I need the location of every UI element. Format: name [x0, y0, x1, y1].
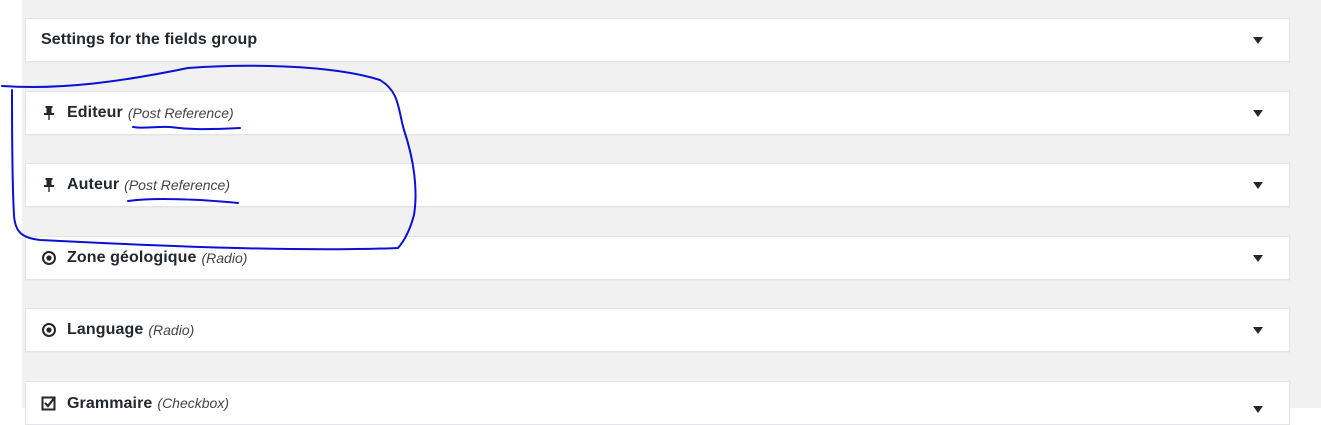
chevron-down-icon[interactable]	[1253, 37, 1263, 44]
field-label: Zone géologique	[67, 249, 197, 266]
panel-field-auteur[interactable]: Auteur (Post Reference)	[25, 163, 1290, 207]
panel-field-zone-geologique[interactable]: Zone géologique (Radio)	[25, 236, 1290, 280]
checkbox-icon	[41, 395, 57, 411]
chevron-down-icon[interactable]	[1253, 327, 1263, 334]
field-label: Language	[67, 321, 144, 338]
panel-field-editeur[interactable]: Editeur (Post Reference)	[25, 91, 1290, 135]
panel-title: Settings for the fields group	[41, 31, 258, 48]
panel-field-language[interactable]: Language (Radio)	[25, 308, 1290, 352]
radio-icon	[41, 250, 57, 266]
field-type: (Radio)	[201, 250, 248, 266]
field-type: (Post Reference)	[124, 177, 230, 193]
radio-icon	[41, 322, 57, 338]
chevron-down-icon[interactable]	[1253, 182, 1263, 189]
pin-icon	[41, 177, 57, 193]
pin-icon	[41, 105, 57, 121]
panel-settings-fields-group[interactable]: Settings for the fields group	[25, 18, 1290, 62]
field-type: (Checkbox)	[157, 395, 229, 411]
field-type: (Post Reference)	[127, 105, 234, 121]
chevron-down-icon[interactable]	[1253, 406, 1263, 413]
panel-field-grammaire[interactable]: Grammaire (Checkbox)	[25, 381, 1290, 425]
field-label: Auteur	[67, 176, 120, 193]
field-label: Editeur	[67, 104, 123, 121]
chevron-down-icon[interactable]	[1253, 255, 1263, 262]
field-type: (Radio)	[148, 322, 195, 338]
chevron-down-icon[interactable]	[1253, 110, 1263, 117]
field-label: Grammaire	[67, 395, 153, 412]
